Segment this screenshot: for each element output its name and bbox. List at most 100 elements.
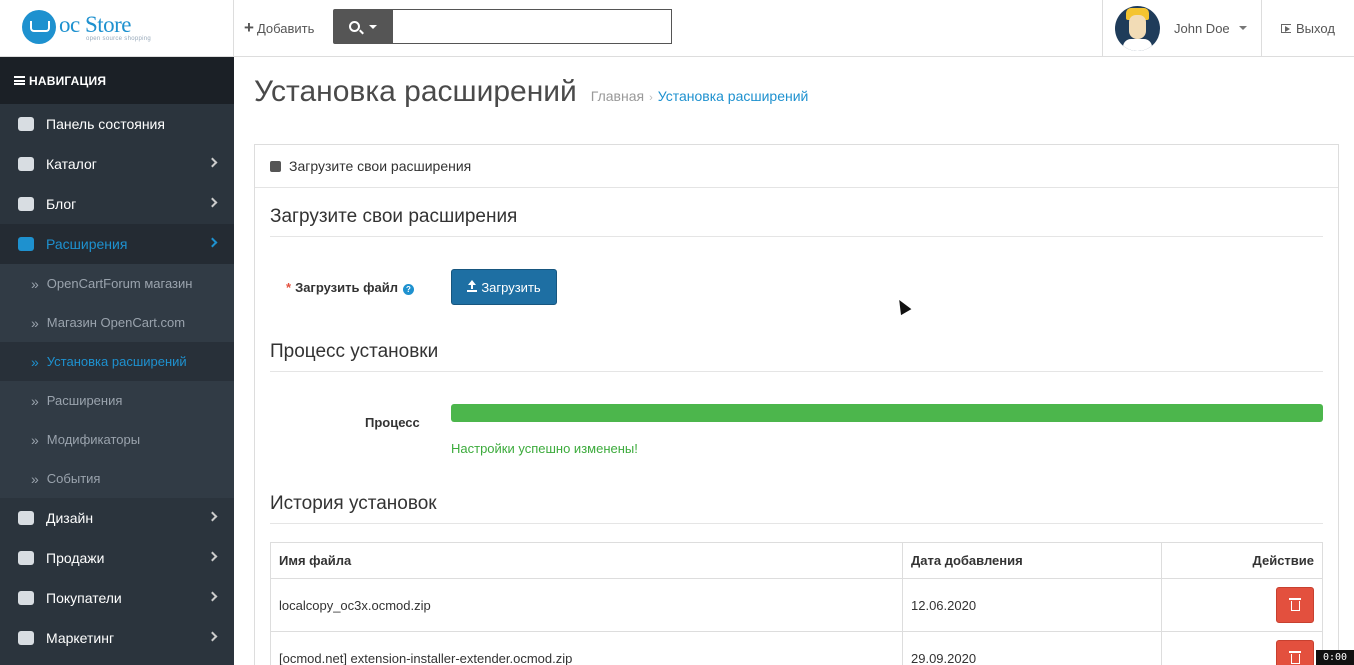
column-header-date[interactable]: Дата добавления <box>902 542 1162 579</box>
share-icon <box>18 631 34 645</box>
caret-down-icon <box>1238 26 1247 30</box>
sidebar: НАВИГАЦИЯ Панель состояния Каталог Блог … <box>0 57 234 665</box>
header-divider <box>1102 0 1103 56</box>
table-header-row: Имя файла Дата добавления Действие <box>270 542 1323 579</box>
column-header-action: Действие <box>1161 542 1323 579</box>
trash-icon <box>1288 598 1301 611</box>
history-legend: История установок <box>270 493 1323 524</box>
sidebar-subitem-opencart-store[interactable]: » Магазин OpenCart.com <box>0 303 234 342</box>
dashboard-icon <box>18 117 34 131</box>
bars-icon <box>14 76 25 85</box>
progress-message: Настройки успешно изменены! <box>451 441 638 456</box>
tags-icon <box>18 157 34 171</box>
cell-date: 12.06.2020 <box>902 578 1162 632</box>
chevron-right-icon <box>207 631 218 642</box>
sidebar-item-dashboard[interactable]: Панель состояния <box>0 104 234 144</box>
search-type-button[interactable] <box>333 9 393 44</box>
sidebar-subitem-extensions[interactable]: » Расширения <box>0 381 234 420</box>
sidebar-subitem-events[interactable]: » События <box>0 459 234 498</box>
chevron-right-icon <box>207 197 218 208</box>
required-asterisk: * <box>286 280 292 295</box>
chevron-right-icon <box>207 591 218 602</box>
sidebar-item-marketing[interactable]: Маркетинг <box>0 618 234 658</box>
angle-double-right-icon: » <box>31 353 39 370</box>
chevron-right-icon <box>207 551 218 562</box>
upload-button[interactable]: Загрузить <box>451 269 557 305</box>
breadcrumb-current[interactable]: Установка расширений <box>658 88 809 104</box>
chevron-right-icon <box>207 511 218 522</box>
plus-icon: + <box>244 18 254 37</box>
cell-action <box>1161 631 1323 665</box>
top-header: oc Store open source shopping + Добавить… <box>0 0 1354 57</box>
upload-file-label: * Загрузить файл? <box>286 280 414 295</box>
main-content: Установка расширений Главная › Установка… <box>234 57 1354 665</box>
delete-button[interactable] <box>1276 640 1314 665</box>
page-title: Установка расширений <box>254 75 577 108</box>
angle-double-right-icon: » <box>31 275 39 292</box>
upload-panel: Загрузите свои расширения Загрузите свои… <box>254 144 1339 665</box>
angle-double-right-icon: » <box>31 392 39 409</box>
logout-button[interactable]: Выход <box>1281 0 1335 56</box>
user-name: John Doe <box>1174 20 1230 36</box>
cell-action <box>1161 578 1323 632</box>
cart-logo-icon <box>22 10 56 44</box>
logout-label: Выход <box>1296 20 1335 36</box>
panel-heading: Загрузите свои расширения <box>255 145 1338 188</box>
table-row: [ocmod.net] extension-installer-extender… <box>270 631 1323 665</box>
angle-double-right-icon: » <box>31 314 39 331</box>
progress-bar-track <box>451 404 1323 422</box>
sidebar-subitem-opencartforum-store[interactable]: » OpenCartForum магазин <box>0 264 234 303</box>
breadcrumb-separator: › <box>649 92 653 104</box>
cell-filename: [ocmod.net] extension-installer-extender… <box>270 631 903 665</box>
header-divider <box>233 0 234 56</box>
logo[interactable]: oc Store open source shopping <box>22 10 157 46</box>
cell-filename: localcopy_oc3x.ocmod.zip <box>270 578 903 632</box>
sidebar-subitem-modifications[interactable]: » Модификаторы <box>0 420 234 459</box>
puzzle-icon <box>270 160 281 172</box>
angle-double-right-icon: » <box>31 431 39 448</box>
cell-date: 29.09.2020 <box>902 631 1162 665</box>
sidebar-item-catalog[interactable]: Каталог <box>0 144 234 184</box>
angle-double-right-icon: » <box>31 470 39 487</box>
sidebar-item-customers[interactable]: Покупатели <box>0 578 234 618</box>
logo-tagline: open source shopping <box>86 36 152 42</box>
search-input[interactable] <box>393 9 672 44</box>
book-icon <box>18 197 34 211</box>
table-row: localcopy_oc3x.ocmod.zip 12.06.2020 <box>270 578 1323 632</box>
history-table: Имя файла Дата добавления Действие local… <box>270 542 1323 665</box>
nav-heading: НАВИГАЦИЯ <box>0 57 234 104</box>
chevron-right-icon <box>207 157 218 168</box>
puzzle-icon <box>18 237 34 251</box>
sidebar-item-blog[interactable]: Блог <box>0 184 234 224</box>
user-menu[interactable]: John Doe <box>1115 0 1247 56</box>
recording-timer: 0:00 <box>1316 650 1354 665</box>
breadcrumb: Главная › Установка расширений <box>591 88 809 104</box>
upload-legend: Загрузите свои расширения <box>270 206 1323 237</box>
upload-icon <box>467 280 478 292</box>
trash-icon <box>1288 651 1301 664</box>
breadcrumb-home[interactable]: Главная <box>591 88 644 104</box>
column-header-filename[interactable]: Имя файла <box>270 542 903 579</box>
avatar <box>1115 5 1160 51</box>
chevron-right-icon <box>207 237 218 248</box>
search-icon <box>349 21 360 32</box>
user-icon <box>18 591 34 605</box>
progress-bar-fill <box>451 404 1323 422</box>
page-header: Установка расширений Главная › Установка… <box>254 75 808 109</box>
process-legend: Процесс установки <box>270 341 1323 372</box>
desktop-icon <box>18 511 34 525</box>
sign-out-icon <box>1281 23 1291 33</box>
sidebar-item-extensions[interactable]: Расширения <box>0 224 234 264</box>
sidebar-item-design[interactable]: Дизайн <box>0 498 234 538</box>
sidebar-subitem-installer[interactable]: » Установка расширений <box>0 342 234 381</box>
question-circle-icon[interactable]: ? <box>402 284 414 295</box>
logo-text: oc Store <box>59 12 132 37</box>
caret-down-icon <box>369 24 377 29</box>
delete-button[interactable] <box>1276 587 1314 623</box>
header-divider <box>1261 0 1262 56</box>
cart-icon <box>18 551 34 565</box>
add-label: Добавить <box>256 20 315 36</box>
search-group <box>333 9 672 44</box>
add-button[interactable]: + Добавить <box>244 0 314 56</box>
sidebar-item-sales[interactable]: Продажи <box>0 538 234 578</box>
